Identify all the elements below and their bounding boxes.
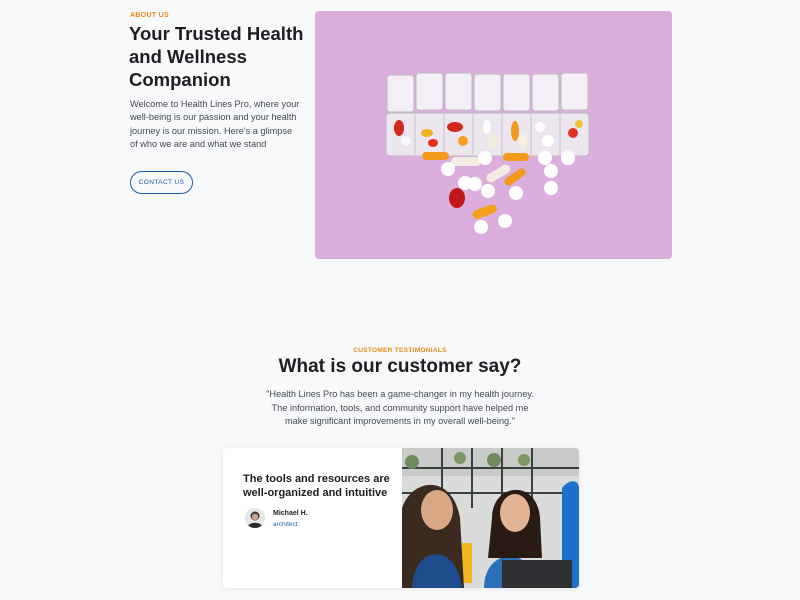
about-title: Your Trusted Health and Wellness Compani… <box>129 23 304 90</box>
avatar <box>245 508 265 528</box>
about-section: ABOUT US Your Trusted Health and Wellnes… <box>0 0 800 270</box>
pill-organizer-illustration <box>315 11 672 259</box>
author-role: architect <box>273 521 298 528</box>
testimonials-eyebrow: CUSTOMER TESTIMONIALS <box>353 347 447 354</box>
pill-organizer-image <box>315 11 672 259</box>
testimonial-quote: "Health Lines Pro has been a game-change… <box>266 389 534 426</box>
author-name: Michael H. <box>273 510 308 517</box>
testimonials-title: What is our customer say? <box>278 356 522 377</box>
contact-us-button[interactable]: CONTACT US <box>130 171 193 194</box>
testimonial-card: The tools and resources are well-organiz… <box>223 448 579 588</box>
avatar-icon <box>245 508 265 528</box>
meeting-photo-illustration <box>402 448 579 588</box>
about-eyebrow: ABOUT US <box>130 12 169 19</box>
testimonial-card-title: The tools and resources are well-organiz… <box>243 473 390 499</box>
about-description: Welcome to Health Lines Pro, where your … <box>130 99 300 149</box>
women-meeting-image <box>402 448 579 588</box>
